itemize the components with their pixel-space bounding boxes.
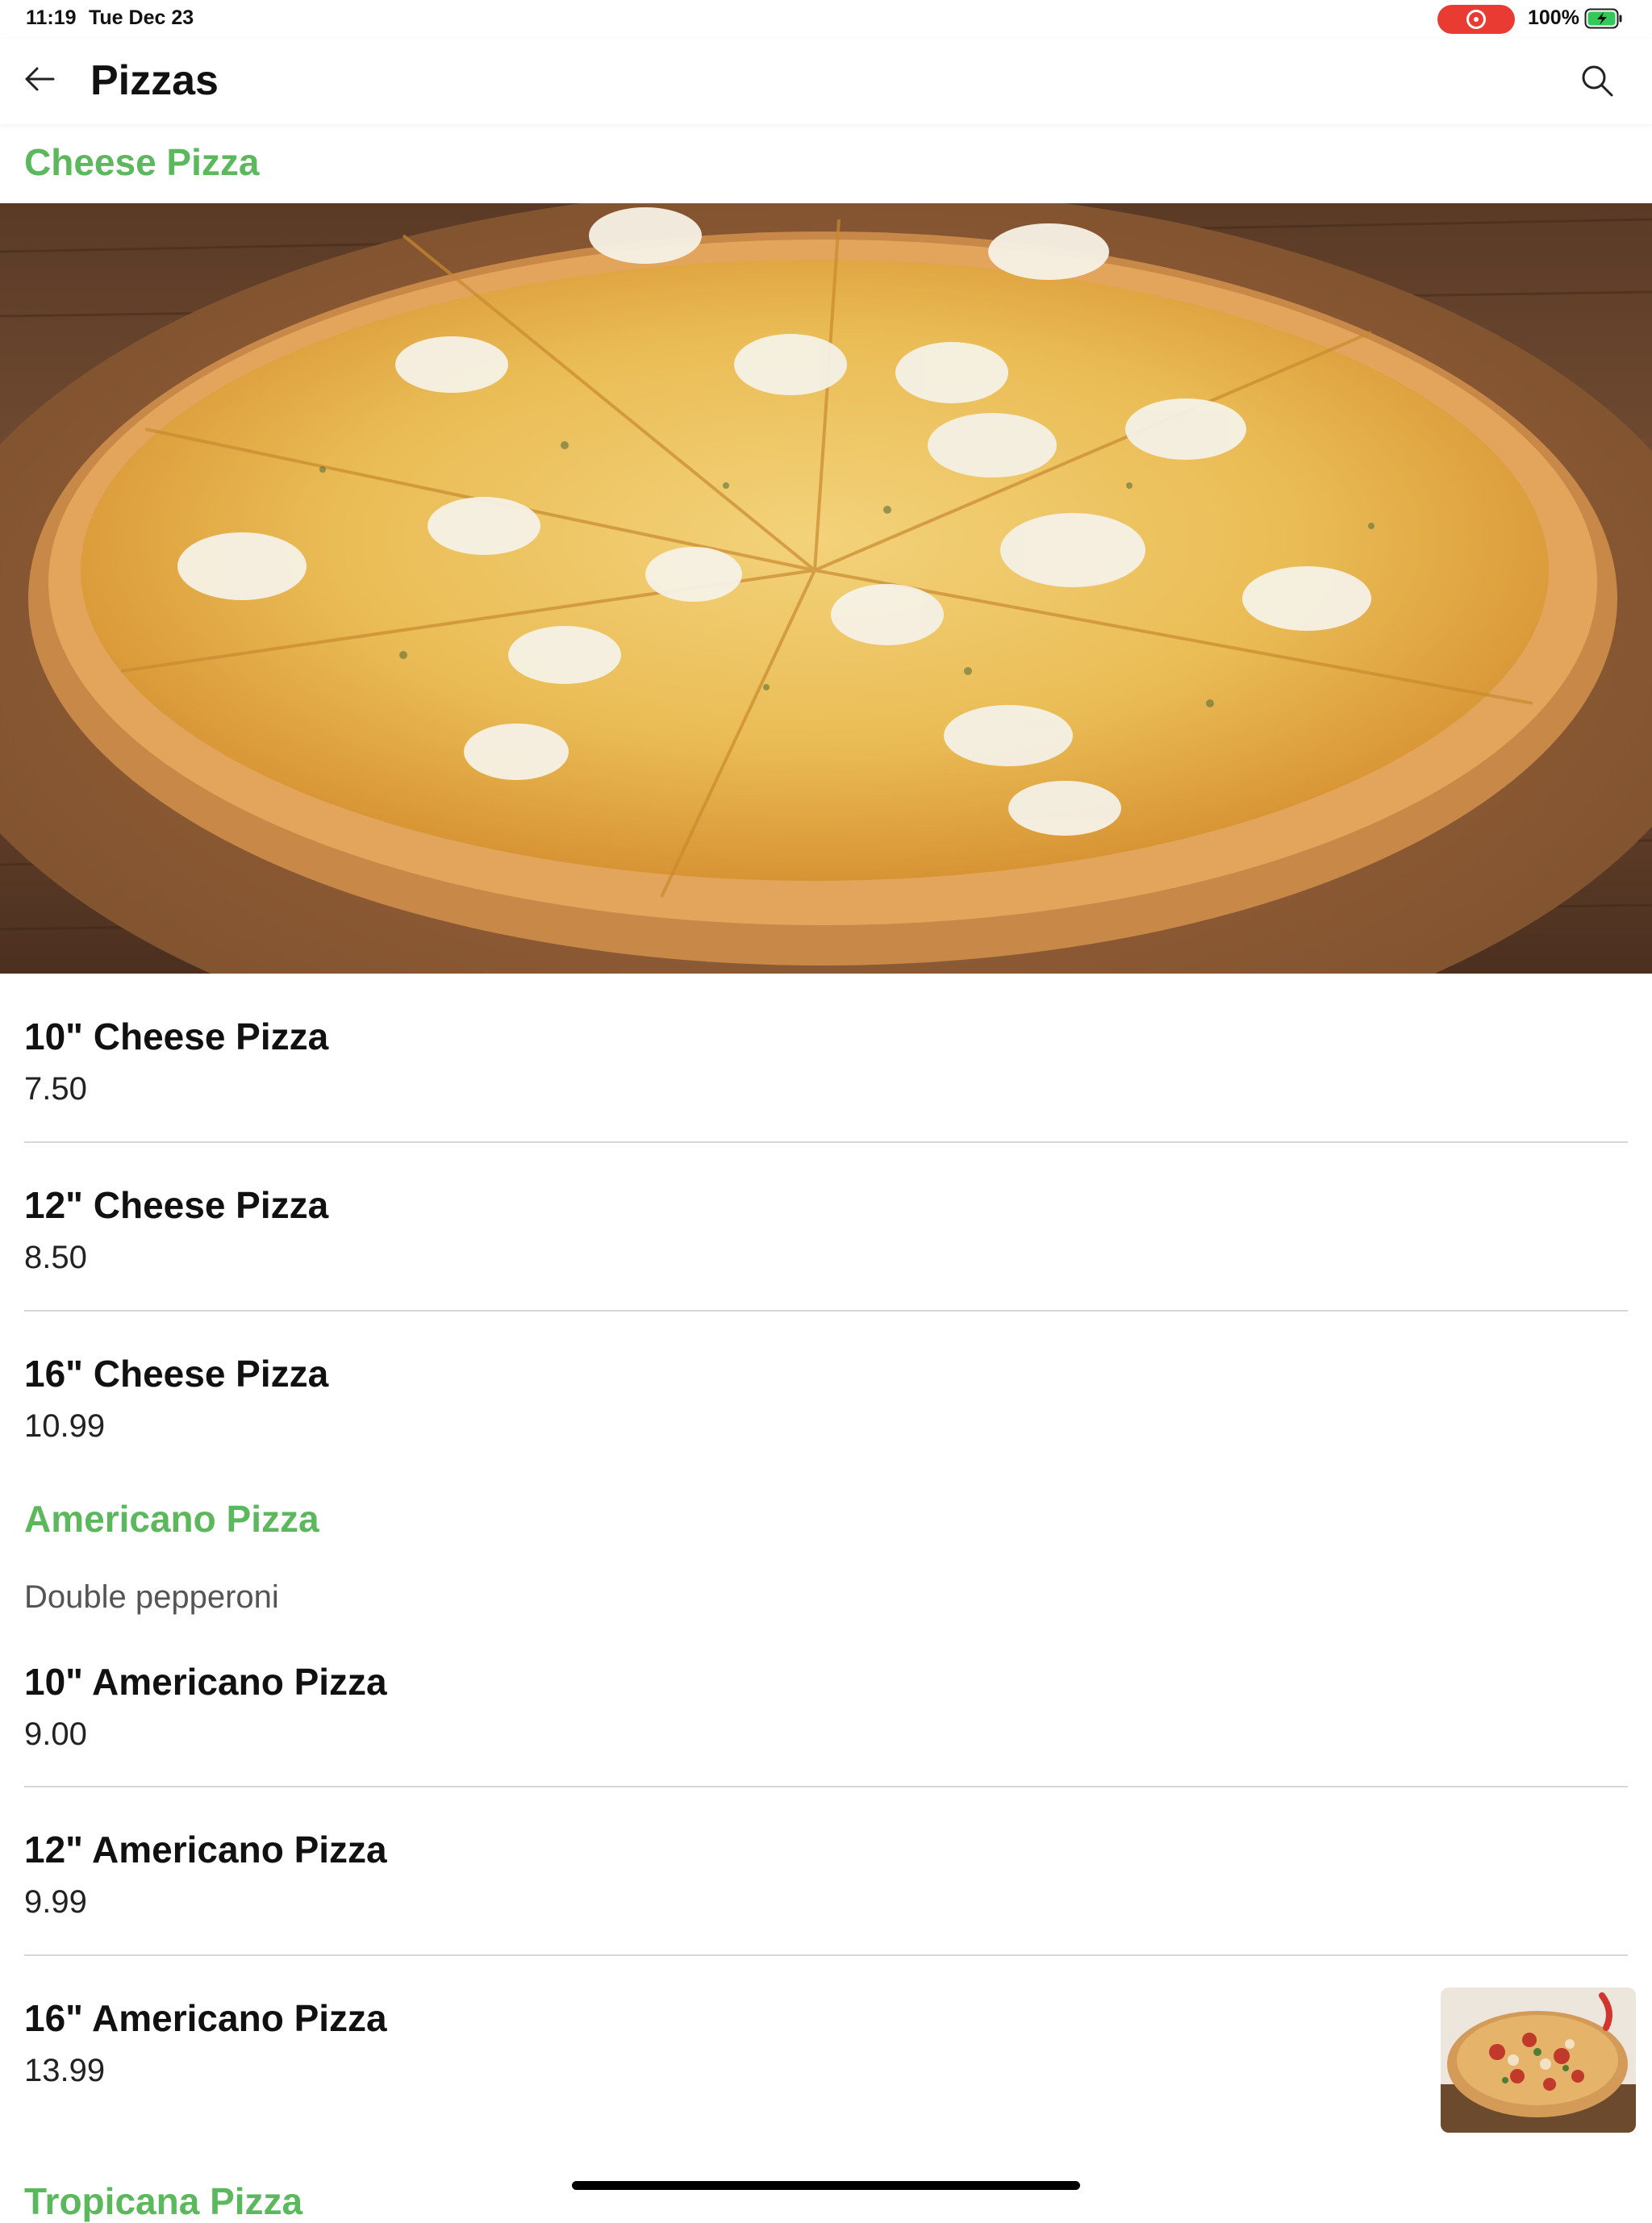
menu-item-price: 9.00 bbox=[24, 1716, 87, 1752]
section-title-cheese-pizza: Cheese Pizza bbox=[24, 141, 260, 183]
battery-percent: 100% bbox=[1528, 6, 1579, 29]
page-title: Pizzas bbox=[90, 57, 219, 104]
record-icon bbox=[1466, 10, 1486, 29]
menu-item-price: 9.99 bbox=[24, 1884, 87, 1920]
search-icon[interactable] bbox=[1579, 63, 1615, 98]
section-title-americano-pizza: Americano Pizza bbox=[24, 1498, 319, 1540]
divider bbox=[24, 1141, 1628, 1143]
section-title-tropicana-pizza: Tropicana Pizza bbox=[24, 2180, 303, 2222]
menu-item-name[interactable]: 12" Cheese Pizza bbox=[24, 1183, 328, 1227]
divider bbox=[24, 1786, 1628, 1787]
status-bar: 11:19 Tue Dec 23 100% bbox=[0, 0, 1652, 39]
menu-item-price: 13.99 bbox=[24, 2053, 106, 2088]
home-indicator[interactable] bbox=[572, 2181, 1080, 2190]
screen-recording-indicator[interactable] bbox=[1437, 5, 1515, 34]
menu-item-name[interactable]: 16" Cheese Pizza bbox=[24, 1352, 328, 1395]
back-arrow-icon[interactable] bbox=[21, 60, 60, 98]
cheese-pizza-photo bbox=[0, 203, 1652, 974]
status-date: Tue Dec 23 bbox=[89, 6, 194, 29]
menu-item-price: 8.50 bbox=[24, 1240, 87, 1275]
divider bbox=[24, 1310, 1628, 1312]
americano-pizza-thumbnail[interactable] bbox=[1441, 1987, 1636, 2133]
divider bbox=[24, 1954, 1628, 1956]
app-header: Pizzas bbox=[0, 39, 1652, 124]
menu-item-name[interactable]: 16" Americano Pizza bbox=[24, 1996, 387, 2040]
menu-item-name[interactable]: 10" Americano Pizza bbox=[24, 1660, 387, 1704]
menu-item-name[interactable]: 10" Cheese Pizza bbox=[24, 1015, 328, 1058]
menu-item-name[interactable]: 12" Americano Pizza bbox=[24, 1828, 387, 1871]
menu-item-price: 7.50 bbox=[24, 1071, 87, 1107]
battery-charging-icon bbox=[1584, 8, 1622, 29]
section-description: Double pepperoni bbox=[24, 1579, 279, 1615]
status-time: 11:19 bbox=[26, 6, 77, 29]
menu-item-price: 10.99 bbox=[24, 1408, 106, 1444]
